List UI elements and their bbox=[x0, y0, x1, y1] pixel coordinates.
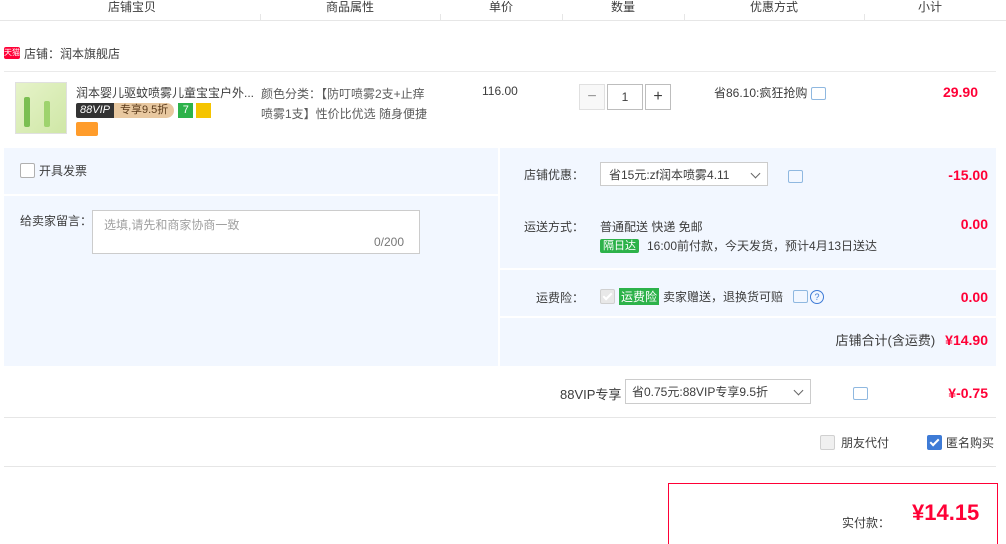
item-subtotal: 29.90 bbox=[942, 84, 978, 100]
props-line-2: 喷雾1支】性价比优选 随身便捷 bbox=[261, 107, 428, 121]
shop-discount-select[interactable]: 省15元:zf润本喷雾4.11 bbox=[600, 162, 768, 186]
anonymous-checkbox[interactable] bbox=[927, 435, 942, 450]
shipping-detail: 隔日达 16:00前付款，今天发货，预计4月13日送达 bbox=[600, 237, 877, 254]
vip-amount: ¥-0.75 bbox=[948, 385, 988, 401]
anonymous-label: 匿名购买 bbox=[946, 436, 995, 450]
vip-badge: 88VIP 专享9.5折 7 bbox=[76, 103, 212, 118]
invoice-checkbox[interactable] bbox=[20, 163, 35, 178]
promo-label: 省86.10:疯狂抢购 bbox=[714, 86, 808, 100]
message-placeholder: 选填,请先和商家协商一致 bbox=[104, 218, 240, 232]
shipping-method: 普通配送 快递 免邮 bbox=[600, 220, 703, 234]
header-price: 单价 bbox=[489, 0, 514, 14]
shipping-amount: 0.00 bbox=[960, 216, 988, 232]
increase-button[interactable]: + bbox=[645, 84, 671, 110]
chat-icon[interactable] bbox=[788, 170, 803, 184]
header-shop-item: 店铺宝贝 bbox=[108, 0, 157, 14]
friend-pay-checkbox[interactable] bbox=[820, 435, 835, 450]
chat-icon[interactable] bbox=[853, 387, 869, 401]
guarantee-icon bbox=[196, 103, 212, 118]
friend-pay-label: 朋友代付 bbox=[841, 436, 890, 450]
credit-card-icon bbox=[76, 122, 98, 136]
message-counter: 0/200 bbox=[374, 235, 405, 249]
insurance-row: 运费险 卖家赠送，退换货可赔 ? bbox=[600, 288, 825, 305]
friend-pay-option[interactable]: 朋友代付 bbox=[820, 434, 889, 451]
shipping-eta: 16:00前付款，今天发货，预计4月13日送达 bbox=[647, 239, 878, 253]
vip-88-label: 88VIP bbox=[76, 103, 114, 118]
vip-label: 88VIP专享 bbox=[560, 387, 622, 402]
invoice-checkbox-row[interactable]: 开具发票 bbox=[20, 162, 87, 179]
shop-row: 天猫 店铺：润本旗舰店 bbox=[4, 44, 120, 62]
quantity-stepper: − 1 + bbox=[579, 84, 671, 110]
chat-icon[interactable] bbox=[793, 290, 809, 303]
final-payment-label: 实付款： bbox=[842, 516, 891, 530]
props-line-1: 颜色分类：【防叮喷雾2支+止痒 bbox=[261, 87, 425, 101]
shop-total-value: ¥14.90 bbox=[945, 332, 988, 348]
chevron-down-icon bbox=[793, 385, 804, 396]
promo-text: 省86.10:疯狂抢购 bbox=[714, 84, 827, 101]
shop-discount-value: 省15元:zf润本喷雾4.11 bbox=[609, 168, 730, 182]
cart-item-row: 润本婴儿驱蚊喷雾儿童宝宝户外... 88VIP 专享9.5折 7 颜色分类：【防… bbox=[4, 71, 996, 148]
vip-select-value: 省0.75元:88VIP专享9.5折 bbox=[632, 385, 769, 399]
insurance-text: 卖家赠送，退换货可赔 bbox=[663, 290, 784, 304]
next-day-badge: 隔日达 bbox=[600, 238, 639, 253]
seven-day-return-icon: 7 bbox=[178, 103, 194, 118]
product-thumbnail[interactable] bbox=[15, 82, 67, 134]
divider bbox=[500, 316, 996, 318]
chevron-down-icon bbox=[750, 168, 761, 179]
help-icon[interactable]: ? bbox=[810, 289, 825, 304]
header-discount: 优惠方式 bbox=[750, 0, 799, 14]
header-subtotal: 小计 bbox=[918, 0, 943, 14]
final-payment-value: ¥14.15 bbox=[912, 500, 980, 525]
divider bbox=[4, 194, 498, 196]
insurance-label: 运费险： bbox=[536, 291, 585, 305]
insurance-checkbox bbox=[600, 289, 615, 304]
buyer-options-panel bbox=[4, 148, 498, 366]
shop-discount-amount: -15.00 bbox=[948, 167, 988, 183]
shop-total-label: 店铺合计(含运费) bbox=[835, 333, 936, 348]
insurance-badge: 运费险 bbox=[619, 288, 660, 305]
unit-price: 116.00 bbox=[482, 84, 518, 98]
vip-discount-label: 专享9.5折 bbox=[113, 103, 175, 118]
header-quantity: 数量 bbox=[611, 0, 636, 14]
shipping-label: 运送方式： bbox=[524, 220, 585, 234]
shop-discount-label: 店铺优惠： bbox=[524, 168, 585, 182]
product-title[interactable]: 润本婴儿驱蚊喷雾儿童宝宝户外... bbox=[76, 84, 256, 101]
product-attributes: 颜色分类：【防叮喷雾2支+止痒 喷雾1支】性价比优选 随身便捷 bbox=[261, 84, 451, 124]
invoice-label: 开具发票 bbox=[39, 164, 88, 178]
shop-name[interactable]: 店铺：润本旗舰店 bbox=[24, 45, 120, 62]
quantity-input[interactable]: 1 bbox=[607, 84, 643, 110]
tmall-icon: 天猫 bbox=[4, 47, 20, 59]
anonymous-option[interactable]: 匿名购买 bbox=[927, 434, 994, 451]
divider bbox=[4, 466, 996, 467]
message-label: 给卖家留言： bbox=[20, 214, 93, 228]
vip-select[interactable]: 省0.75元:88VIP专享9.5折 bbox=[625, 379, 811, 404]
insurance-amount: 0.00 bbox=[960, 289, 988, 305]
divider bbox=[4, 417, 996, 418]
chat-icon[interactable] bbox=[811, 87, 827, 101]
table-header: 店铺宝贝 商品属性 单价 数量 优惠方式 小计 bbox=[0, 0, 1006, 21]
shop-total: 店铺合计(含运费) ¥14.90 bbox=[836, 330, 989, 349]
header-attributes: 商品属性 bbox=[326, 0, 375, 14]
divider bbox=[500, 268, 996, 270]
decrease-button[interactable]: − bbox=[579, 84, 605, 110]
